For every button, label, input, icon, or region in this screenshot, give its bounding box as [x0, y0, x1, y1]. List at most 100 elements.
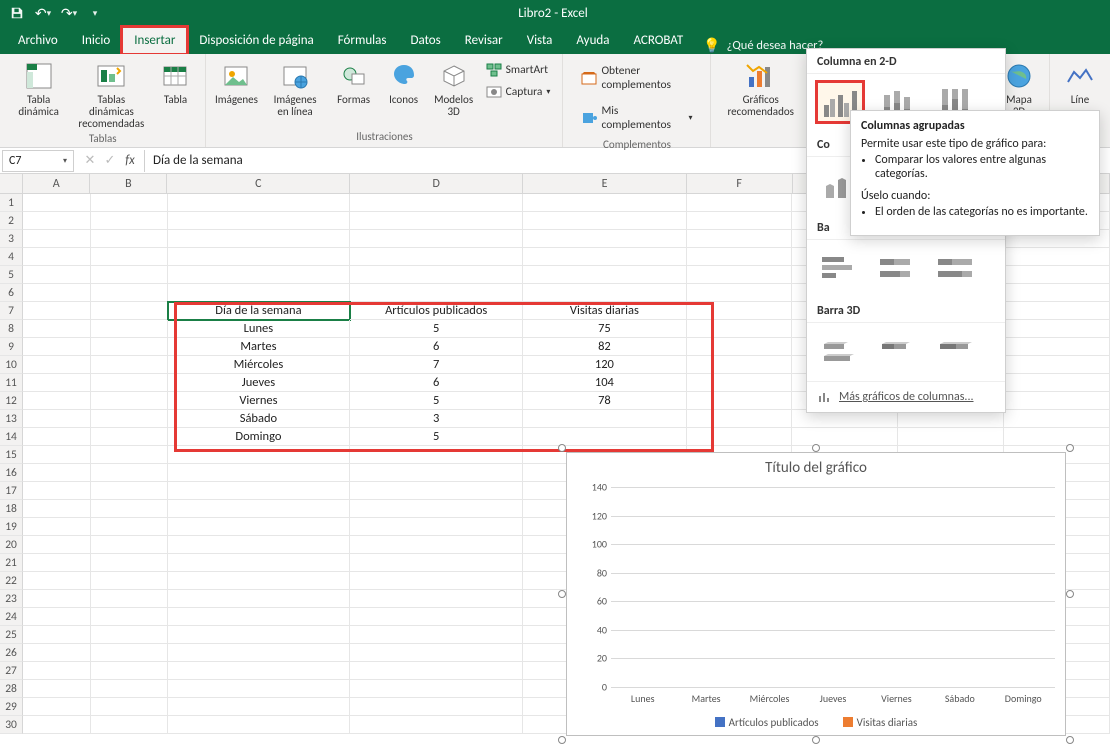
cell[interactable]	[91, 266, 168, 284]
col-header[interactable]: D	[350, 174, 523, 193]
name-box[interactable]: C7▾	[2, 150, 74, 172]
cell[interactable]	[687, 248, 793, 266]
cell[interactable]	[898, 428, 1004, 446]
cell[interactable]	[523, 194, 686, 212]
cell[interactable]	[523, 266, 686, 284]
cell[interactable]	[91, 230, 168, 248]
table-button[interactable]: Tabla	[153, 58, 197, 108]
cell[interactable]	[91, 716, 168, 734]
cell[interactable]: 6	[350, 338, 523, 356]
cell[interactable]	[91, 302, 168, 320]
cell[interactable]: 82	[523, 338, 686, 356]
cell[interactable]: Martes	[168, 338, 351, 356]
recommended-pivots-button[interactable]: Tablas dinámicas recomendadas	[75, 58, 147, 132]
cell[interactable]	[23, 716, 91, 734]
cell[interactable]	[687, 284, 793, 302]
cell[interactable]	[23, 644, 91, 662]
images-button[interactable]: Imágenes	[214, 58, 258, 108]
cell[interactable]	[23, 698, 91, 716]
cell[interactable]	[23, 536, 91, 554]
cell[interactable]: Viernes	[168, 392, 351, 410]
cell[interactable]	[1004, 356, 1110, 374]
cell[interactable]	[91, 374, 168, 392]
col-header[interactable]: C	[167, 174, 350, 193]
tab-ayuda[interactable]: Ayuda	[564, 27, 621, 54]
cell[interactable]	[168, 482, 351, 500]
row-header[interactable]: 26	[0, 644, 23, 662]
row-header[interactable]: 22	[0, 572, 23, 590]
cell[interactable]	[23, 590, 91, 608]
cell[interactable]	[168, 284, 351, 302]
cell[interactable]	[168, 680, 351, 698]
cell[interactable]	[168, 518, 351, 536]
cell[interactable]	[23, 320, 91, 338]
cell[interactable]	[168, 644, 351, 662]
cell[interactable]: 120	[523, 356, 686, 374]
cell[interactable]: 6	[350, 374, 523, 392]
cell[interactable]: 78	[523, 392, 686, 410]
cell[interactable]	[687, 356, 793, 374]
cell[interactable]	[687, 194, 793, 212]
cell[interactable]	[91, 410, 168, 428]
cell[interactable]	[350, 626, 523, 644]
cell[interactable]	[168, 536, 351, 554]
cell[interactable]	[1004, 302, 1110, 320]
cell[interactable]	[350, 698, 523, 716]
cell[interactable]	[168, 230, 351, 248]
cell[interactable]: 104	[523, 374, 686, 392]
fx-icon[interactable]: fx	[122, 153, 138, 169]
cell[interactable]	[350, 536, 523, 554]
cell[interactable]	[168, 554, 351, 572]
screenshot-button[interactable]: Captura ▾	[482, 82, 555, 102]
cell[interactable]	[687, 230, 793, 248]
cell[interactable]	[1004, 266, 1110, 284]
row-header[interactable]: 15	[0, 446, 23, 464]
cell[interactable]	[91, 446, 168, 464]
cell[interactable]	[168, 248, 351, 266]
cancel-icon[interactable]: ✕	[82, 153, 98, 169]
cell[interactable]	[350, 518, 523, 536]
cell[interactable]	[23, 356, 91, 374]
cell[interactable]	[1004, 410, 1110, 428]
row-header[interactable]: 7	[0, 302, 23, 320]
cell[interactable]	[23, 518, 91, 536]
cell[interactable]	[168, 608, 351, 626]
cell[interactable]	[1004, 374, 1110, 392]
3d-stacked-bar-option[interactable]	[875, 331, 921, 371]
cell[interactable]	[687, 212, 793, 230]
cell[interactable]	[23, 680, 91, 698]
row-header[interactable]: 3	[0, 230, 23, 248]
row-header[interactable]: 13	[0, 410, 23, 428]
cell[interactable]	[23, 212, 91, 230]
cell[interactable]: Domingo	[168, 428, 351, 446]
tab-file[interactable]: Archivo	[6, 27, 70, 54]
cell[interactable]	[523, 230, 686, 248]
stacked100-bar-option[interactable]	[933, 248, 979, 288]
icons-button[interactable]: Iconos	[382, 58, 426, 108]
cell[interactable]	[91, 536, 168, 554]
cell[interactable]	[350, 194, 523, 212]
row-header[interactable]: 8	[0, 320, 23, 338]
cell[interactable]	[23, 230, 91, 248]
cell[interactable]	[687, 320, 793, 338]
cell[interactable]	[523, 284, 686, 302]
cell[interactable]	[91, 680, 168, 698]
row-header[interactable]: 11	[0, 374, 23, 392]
cell[interactable]	[350, 680, 523, 698]
cell[interactable]	[23, 392, 91, 410]
cell[interactable]	[91, 608, 168, 626]
cell[interactable]	[1004, 428, 1110, 446]
cell[interactable]: 7	[350, 356, 523, 374]
cell[interactable]: Miércoles	[168, 356, 351, 374]
col-header[interactable]: F	[687, 174, 793, 193]
tab-datos[interactable]: Datos	[398, 27, 452, 54]
clustered-bar-option[interactable]	[817, 248, 863, 288]
qat-customize-icon[interactable]: ▾	[84, 2, 106, 24]
cell[interactable]	[91, 248, 168, 266]
cell[interactable]: Día de la semana	[168, 302, 351, 320]
row-header[interactable]: 9	[0, 338, 23, 356]
cell[interactable]	[168, 212, 351, 230]
cell[interactable]	[350, 644, 523, 662]
col-header[interactable]: B	[90, 174, 167, 193]
shapes-button[interactable]: Formas	[332, 58, 376, 108]
